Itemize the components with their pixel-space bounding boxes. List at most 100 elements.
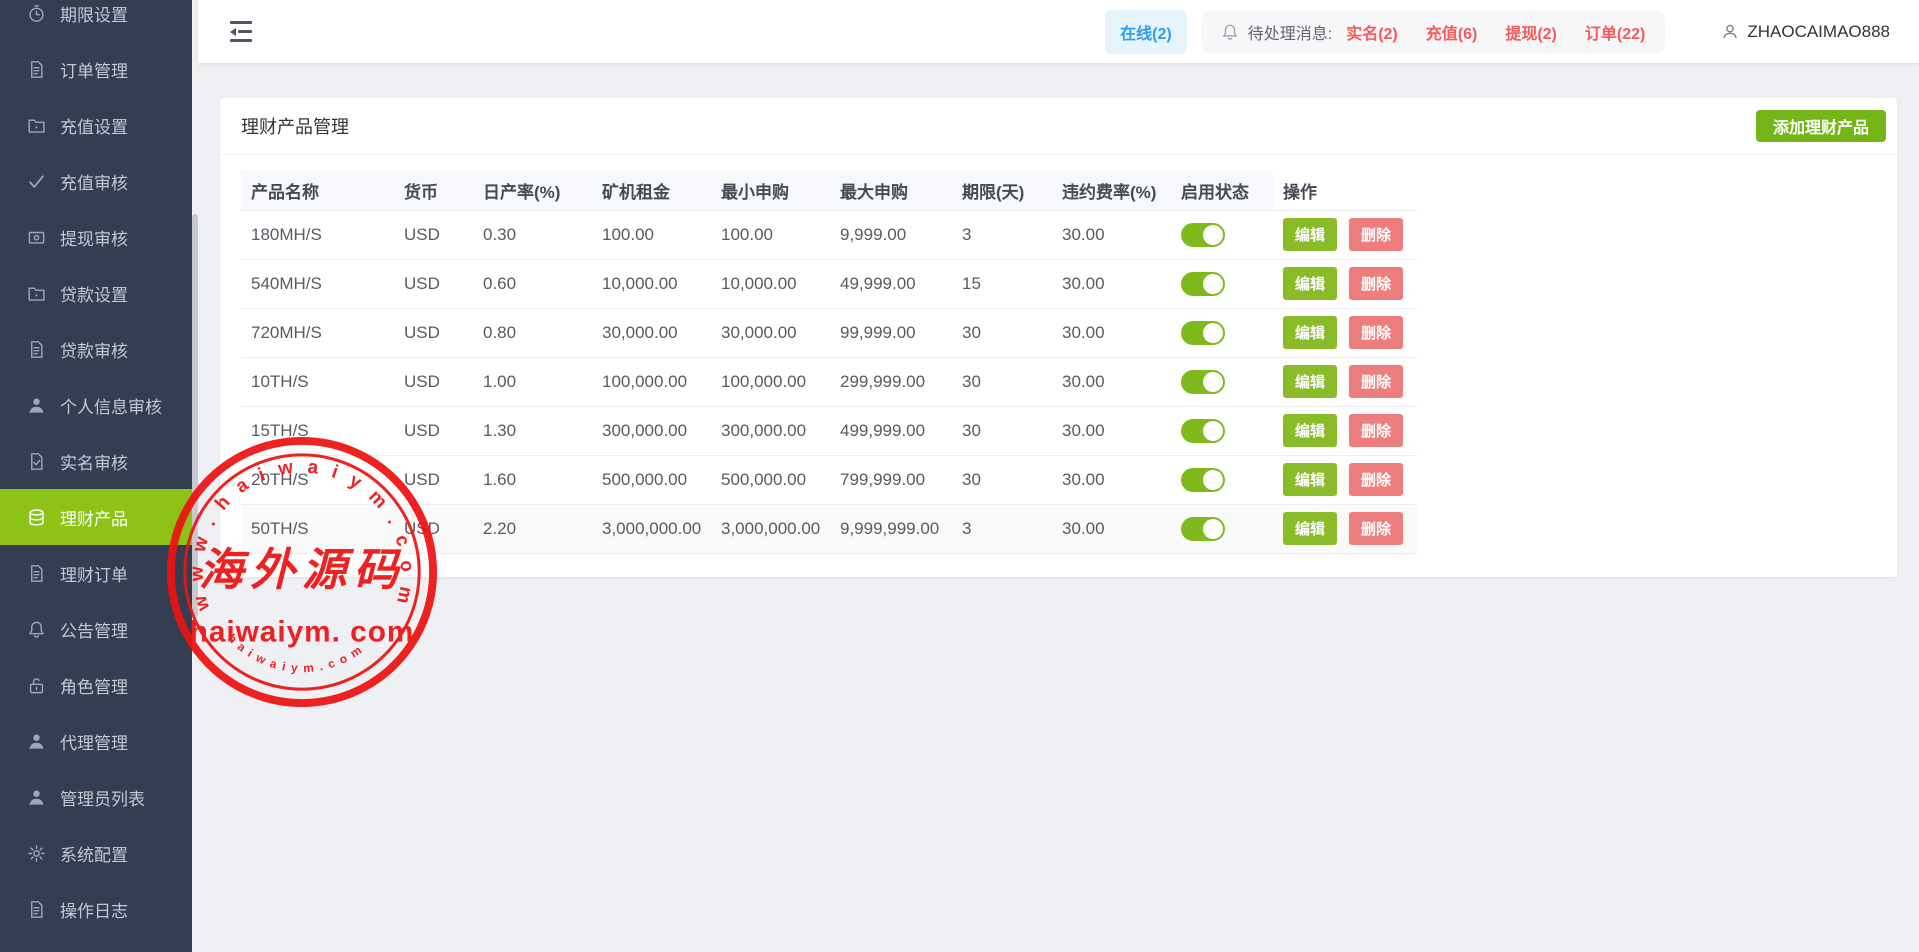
enable-toggle[interactable] (1181, 468, 1225, 492)
table-row: 15TH/SUSD1.30300,000.00300,000.00499,999… (241, 406, 1417, 455)
toggle-knob (1203, 470, 1223, 490)
sidebar-item-label: 提现审核 (60, 225, 128, 250)
delete-button[interactable]: 删除 (1349, 218, 1403, 251)
sidebar-item-15[interactable]: 系统配置 (0, 825, 192, 881)
sidebar-scrollbar[interactable] (192, 0, 198, 952)
cell-currency: USD (394, 259, 473, 308)
cell-enabled (1171, 455, 1273, 504)
cell-currency: USD (394, 504, 473, 553)
cell-rent: 300,000.00 (592, 406, 711, 455)
sidebar-item-4[interactable]: 提现审核 (0, 209, 192, 265)
edit-button[interactable]: 编辑 (1283, 218, 1337, 251)
sidebar-item-6[interactable]: 贷款审核 (0, 321, 192, 377)
cell-enabled (1171, 308, 1273, 357)
delete-button[interactable]: 删除 (1349, 365, 1403, 398)
delete-button[interactable]: 删除 (1349, 267, 1403, 300)
cell-daily_rate: 0.30 (473, 210, 592, 259)
app-root: 期限设置订单管理充值设置充值审核提现审核贷款设置贷款审核个人信息审核实名审核理财… (0, 0, 1919, 952)
add-product-button[interactable]: 添加理财产品 (1756, 110, 1886, 142)
sidebar-item-9[interactable]: 理财产品 (0, 489, 192, 545)
user-menu[interactable]: ZHAOCAIMAO888 (1721, 22, 1890, 42)
sidebar-item-10[interactable]: 理财订单 (0, 545, 192, 601)
cell-rent: 500,000.00 (592, 455, 711, 504)
cell-days: 3 (952, 504, 1052, 553)
enable-toggle[interactable] (1181, 370, 1225, 394)
check-icon (27, 171, 47, 191)
pending-link-3[interactable]: 订单(22) (1585, 20, 1645, 44)
cell-days: 30 (952, 357, 1052, 406)
cell-penalty: 30.00 (1052, 210, 1171, 259)
toggle-knob (1203, 323, 1223, 343)
content: 理财产品管理 添加理财产品 产品名称货币日产率(%)矿机租金最小申购最大申购期限… (198, 63, 1919, 952)
edit-button[interactable]: 编辑 (1283, 316, 1337, 349)
sidebar-item-label: 代理管理 (60, 729, 128, 754)
edit-button[interactable]: 编辑 (1283, 512, 1337, 545)
table-row: 50TH/SUSD2.203,000,000.003,000,000.009,9… (241, 504, 1417, 553)
delete-button[interactable]: 删除 (1349, 316, 1403, 349)
cell-max: 799,999.00 (830, 455, 952, 504)
pending-link-1[interactable]: 充值(6) (1426, 20, 1478, 44)
sidebar-item-label: 管理员列表 (60, 785, 145, 810)
bell-icon (27, 619, 47, 639)
delete-button[interactable]: 删除 (1349, 414, 1403, 447)
online-badge[interactable]: 在线(2) (1105, 10, 1187, 54)
edit-button[interactable]: 编辑 (1283, 463, 1337, 496)
cell-enabled (1171, 259, 1273, 308)
edit-button[interactable]: 编辑 (1283, 267, 1337, 300)
table-row: 180MH/SUSD0.30100.00100.009,999.00330.00… (241, 210, 1417, 259)
enable-toggle[interactable] (1181, 321, 1225, 345)
edit-button[interactable]: 编辑 (1283, 414, 1337, 447)
document-check-icon (27, 451, 47, 471)
cell-days: 3 (952, 210, 1052, 259)
sidebar-item-5[interactable]: 贷款设置 (0, 265, 192, 321)
cell-currency: USD (394, 210, 473, 259)
cell-enabled (1171, 406, 1273, 455)
delete-button[interactable]: 删除 (1349, 512, 1403, 545)
cell-actions: 编辑删除 (1273, 406, 1417, 455)
enable-toggle[interactable] (1181, 223, 1225, 247)
sidebar-scrollbar-thumb[interactable] (192, 214, 198, 618)
gear-icon (27, 843, 47, 863)
sidebar-item-0[interactable]: 期限设置 (0, 0, 192, 41)
pending-link-2[interactable]: 提现(2) (1505, 20, 1557, 44)
edit-button[interactable]: 编辑 (1283, 365, 1337, 398)
cell-actions: 编辑删除 (1273, 210, 1417, 259)
cell-penalty: 30.00 (1052, 504, 1171, 553)
collapse-menu-icon[interactable] (230, 18, 252, 46)
column-header-7: 违约费率(%) (1052, 171, 1171, 210)
enable-toggle[interactable] (1181, 272, 1225, 296)
table-row: 540MH/SUSD0.6010,000.0010,000.0049,999.0… (241, 259, 1417, 308)
enable-toggle[interactable] (1181, 517, 1225, 541)
sidebar-item-8[interactable]: 实名审核 (0, 433, 192, 489)
cell-daily_rate: 0.80 (473, 308, 592, 357)
cell-min: 500,000.00 (711, 455, 830, 504)
cell-actions: 编辑删除 (1273, 308, 1417, 357)
hamburger-bar (230, 39, 252, 42)
cell-days: 30 (952, 308, 1052, 357)
sidebar-item-11[interactable]: 公告管理 (0, 601, 192, 657)
hamburger-mid (230, 28, 252, 36)
card-header: 理财产品管理 添加理财产品 (220, 98, 1897, 155)
page-title: 理财产品管理 (241, 113, 349, 139)
column-header-1: 货币 (394, 171, 473, 210)
pending-link-0[interactable]: 实名(2) (1346, 20, 1398, 44)
document-icon (27, 563, 47, 583)
sidebar-item-7[interactable]: 个人信息审核 (0, 377, 192, 433)
cell-penalty: 30.00 (1052, 259, 1171, 308)
sidebar-item-3[interactable]: 充值审核 (0, 153, 192, 209)
sidebar-item-2[interactable]: 充值设置 (0, 97, 192, 153)
sidebar-item-13[interactable]: 代理管理 (0, 713, 192, 769)
sidebar-item-16[interactable]: 操作日志 (0, 881, 192, 937)
document-icon (27, 339, 47, 359)
cell-min: 100,000.00 (711, 357, 830, 406)
sidebar-item-14[interactable]: 管理员列表 (0, 769, 192, 825)
enable-toggle[interactable] (1181, 419, 1225, 443)
cell-enabled (1171, 357, 1273, 406)
cell-currency: USD (394, 455, 473, 504)
table-header-row: 产品名称货币日产率(%)矿机租金最小申购最大申购期限(天)违约费率(%)启用状态… (241, 171, 1417, 210)
card-icon (27, 227, 47, 247)
sidebar-item-1[interactable]: 订单管理 (0, 41, 192, 97)
sidebar-item-12[interactable]: 角色管理 (0, 657, 192, 713)
cell-currency: USD (394, 406, 473, 455)
delete-button[interactable]: 删除 (1349, 463, 1403, 496)
